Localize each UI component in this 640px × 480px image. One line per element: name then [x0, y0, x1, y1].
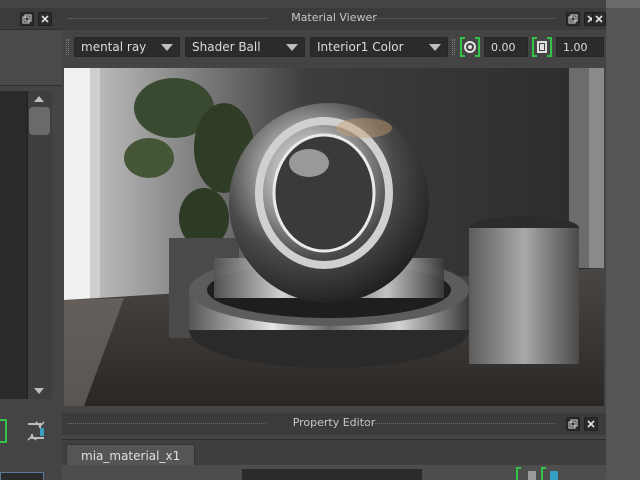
chevron-down-icon	[286, 44, 298, 51]
scroll-up-icon[interactable]	[34, 96, 44, 102]
close-icon[interactable]	[592, 12, 606, 26]
toolbar-handle[interactable]	[66, 39, 69, 55]
renderer-dropdown-value: mental ray	[81, 40, 147, 54]
shader-ball-render	[64, 68, 604, 406]
geometry-dropdown-value: Shader Ball	[192, 40, 261, 54]
left-panel-tab[interactable]	[0, 472, 44, 480]
title-grip-right	[360, 423, 556, 424]
left-panel-scrollbar[interactable]	[28, 91, 52, 399]
tab-mia-material[interactable]: mia_material_x1	[66, 444, 196, 466]
gamma-field[interactable]: 1.00	[556, 37, 604, 57]
right-side-strip	[592, 0, 640, 480]
toolbar-handle[interactable]	[452, 39, 455, 55]
float-window-icon[interactable]	[566, 12, 580, 26]
left-panel-titlebar	[0, 8, 62, 30]
property-editor-panel: Property Editor mia_material_x1	[62, 413, 606, 480]
float-window-icon[interactable]	[20, 12, 34, 26]
float-window-icon[interactable]	[566, 417, 580, 431]
close-icon[interactable]	[38, 12, 52, 26]
left-panel	[0, 0, 62, 480]
renderer-dropdown[interactable]: mental ray	[74, 37, 180, 57]
scroll-thumb[interactable]	[29, 107, 50, 135]
left-panel-list[interactable]	[0, 91, 28, 399]
property-editor-content	[62, 465, 606, 480]
chevron-down-icon	[429, 44, 441, 51]
material-preview-viewport[interactable]	[64, 68, 604, 406]
material-viewer-toolbar: mental ray Shader Ball Interior1 Color 0…	[62, 30, 606, 64]
left-panel-header	[0, 30, 62, 86]
geometry-dropdown[interactable]: Shader Ball	[185, 37, 305, 57]
environment-dropdown[interactable]: Interior1 Color	[310, 37, 448, 57]
material-viewer-panel: Material Viewer mental ray Shader Ball I…	[62, 8, 606, 410]
property-editor-titlebar: Property Editor	[62, 413, 606, 435]
exposure-field[interactable]: 0.00	[484, 37, 528, 57]
chevron-down-icon	[161, 44, 173, 51]
right-strip-top	[606, 0, 640, 8]
close-icon[interactable]	[584, 417, 598, 431]
left-panel-bottom-icons	[0, 414, 62, 448]
swap-icon[interactable]	[0, 414, 62, 448]
material-viewer-titlebar: Material Viewer	[62, 8, 606, 30]
title-grip-right	[360, 18, 556, 19]
attribute-field[interactable]	[242, 469, 422, 480]
gamma-icon[interactable]	[532, 36, 552, 58]
exposure-icon[interactable]	[460, 36, 480, 58]
attribute-icons[interactable]	[516, 467, 576, 480]
scroll-down-icon[interactable]	[34, 388, 44, 394]
environment-dropdown-value: Interior1 Color	[317, 40, 404, 54]
